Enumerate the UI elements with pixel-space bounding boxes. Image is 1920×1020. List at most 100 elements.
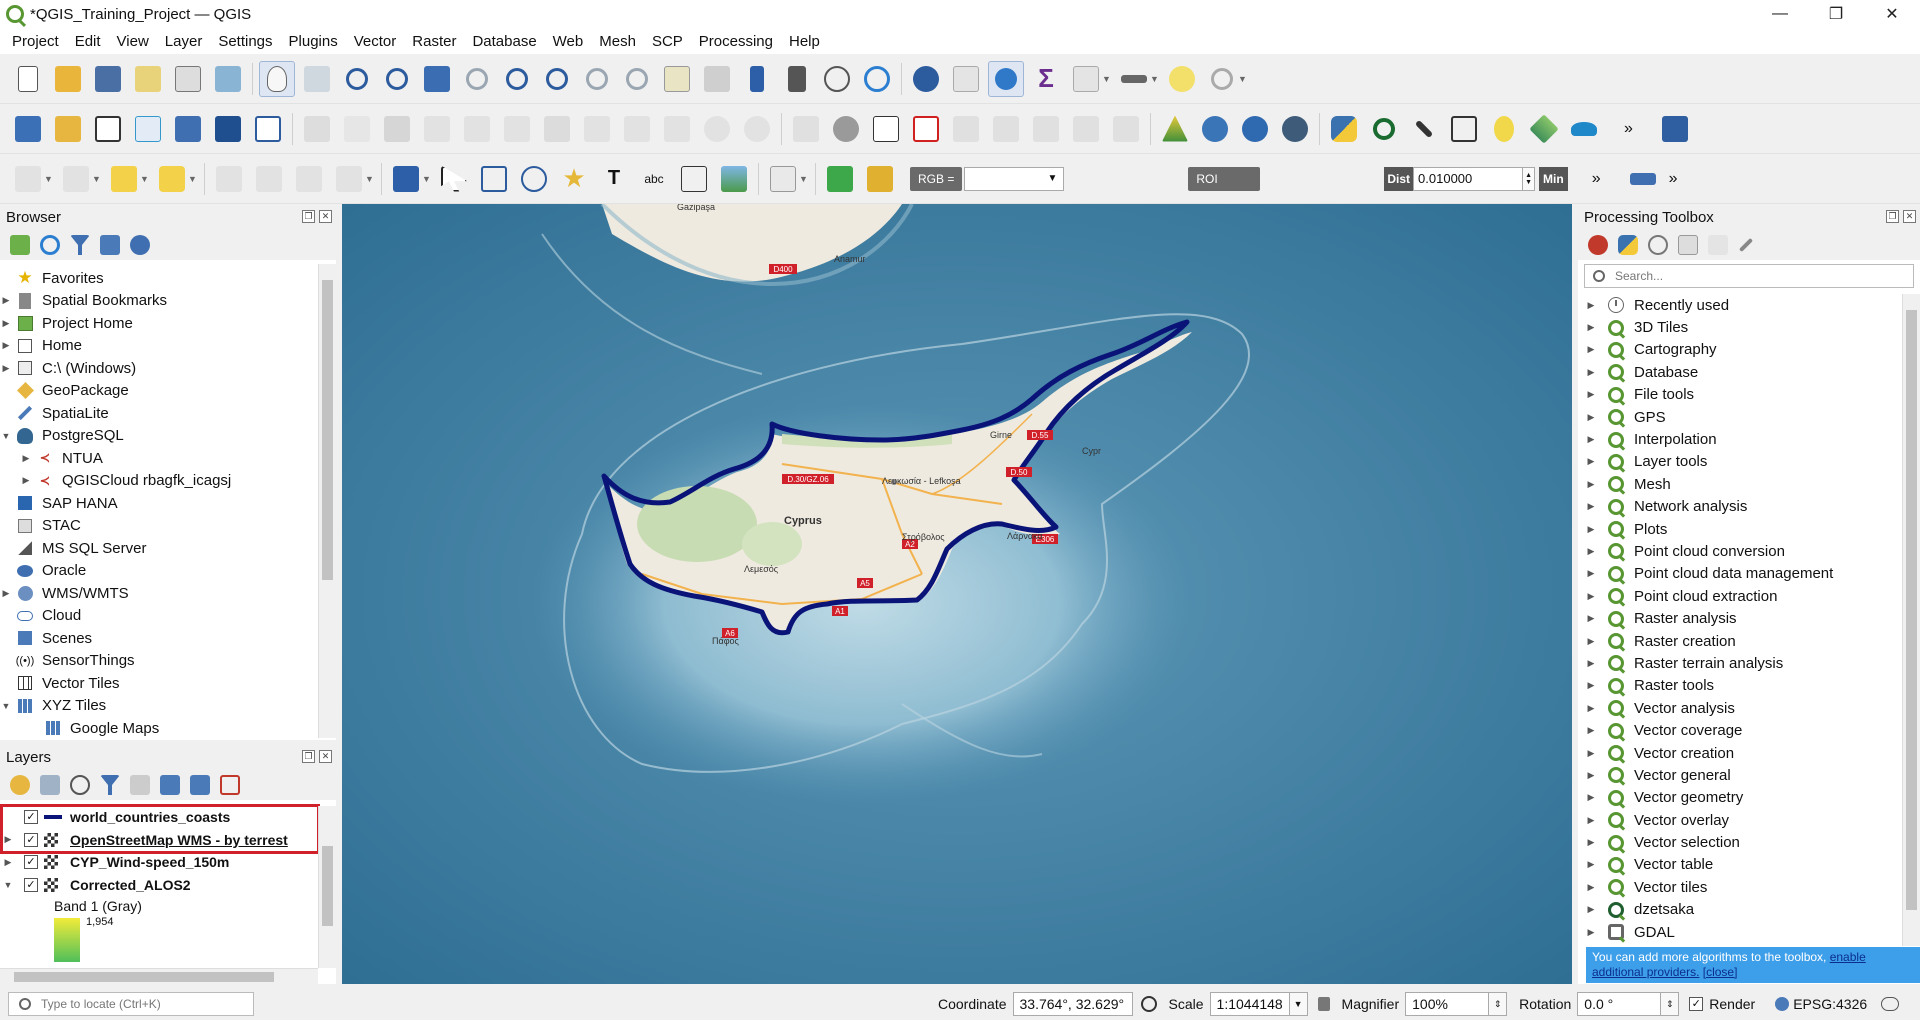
rgb-combobox[interactable]: ▼ (964, 166, 1065, 191)
scp-preprocess-icon[interactable] (1237, 111, 1273, 147)
close-panel-icon[interactable]: ✕ (319, 750, 332, 763)
browser-item-ntua[interactable]: ▶ ≺ NTUA (0, 447, 318, 470)
magnifier-field[interactable]: 100% (1405, 992, 1490, 1016)
info-icon[interactable] (130, 235, 150, 255)
browser-item-project-home[interactable]: ▶ Project Home (0, 312, 318, 335)
proc-item-plots[interactable]: ▶ Plots (1578, 518, 1902, 540)
dropdown-arrow-icon[interactable]: ▼ (422, 174, 432, 184)
menu-project[interactable]: Project (4, 33, 67, 50)
label-abc-icon[interactable] (388, 161, 424, 197)
delete-selected-icon[interactable] (539, 111, 575, 147)
menu-scp[interactable]: SCP (644, 33, 691, 50)
refresh-icon[interactable] (859, 61, 895, 97)
add-text-icon[interactable]: T (596, 161, 632, 197)
advanced-digitize-icon[interactable] (211, 161, 247, 197)
current-edits-icon[interactable] (339, 111, 375, 147)
add-picture-icon[interactable] (716, 161, 752, 197)
menu-view[interactable]: View (109, 33, 157, 50)
add-text-box-icon[interactable] (676, 161, 712, 197)
add-text-along-line-icon[interactable]: abc (636, 161, 672, 197)
browser-item-wms-wmts[interactable]: ▶ WMS/WMTS (0, 582, 318, 605)
scp-band-calc-icon[interactable] (1157, 111, 1193, 147)
simplify-icon[interactable] (291, 161, 327, 197)
new-3d-map-view-icon[interactable] (699, 61, 735, 97)
menu-database[interactable]: Database (464, 33, 544, 50)
scripts-icon[interactable] (1618, 235, 1638, 255)
toolbox-icon[interactable] (988, 60, 1024, 97)
help-icon[interactable] (1657, 111, 1693, 147)
label-toolbar-icon[interactable] (788, 111, 824, 147)
proc-item-raster-analysis[interactable]: ▶ Raster analysis (1578, 607, 1902, 629)
menu-web[interactable]: Web (545, 33, 592, 50)
browser-item-google-maps[interactable]: Google Maps (0, 717, 318, 738)
browser-item-vector-tiles[interactable]: Vector Tiles (0, 672, 318, 695)
add-vector-layer-icon[interactable] (90, 111, 126, 147)
scale-dropdown[interactable]: ▼ (1289, 992, 1308, 1016)
dropdown-arrow-icon[interactable]: ▼ (365, 174, 375, 184)
undo-icon[interactable] (699, 111, 735, 147)
proc-item-mesh[interactable]: ▶ Mesh (1578, 473, 1902, 495)
expand-all-icon[interactable] (160, 775, 180, 795)
processing-search-input[interactable]: Search... (1584, 264, 1914, 288)
redo-icon[interactable] (739, 111, 775, 147)
browser-item-favorites[interactable]: ★ Favorites (0, 267, 318, 290)
select-location-icon[interactable] (154, 161, 190, 197)
select-features-icon[interactable] (10, 161, 46, 197)
label-show-hide-icon[interactable] (988, 111, 1024, 147)
style-manager-icon[interactable] (210, 61, 246, 97)
digitize-icon[interactable] (130, 111, 166, 147)
browser-item-mssql[interactable]: MS SQL Server (0, 537, 318, 560)
magnifier-spinbox[interactable]: ⇕ (1489, 992, 1508, 1016)
add-group-icon[interactable] (40, 775, 60, 795)
refresh-icon[interactable] (40, 235, 60, 255)
new-print-layout-icon[interactable] (130, 61, 166, 97)
results-viewer-icon[interactable] (1678, 235, 1698, 255)
add-selected-layers-icon[interactable] (10, 235, 30, 255)
zoom-in-icon[interactable] (339, 61, 375, 97)
python-console-icon[interactable] (1326, 111, 1362, 147)
digitize-line-icon[interactable] (419, 111, 455, 147)
plugin-tools-icon[interactable] (1406, 111, 1442, 147)
collapse-all-icon[interactable] (190, 775, 210, 795)
browser-item-sap-hana[interactable]: SAP HANA (0, 492, 318, 515)
open-attribute-table-icon[interactable] (948, 61, 984, 97)
proc-item-vector-general[interactable]: ▶ Vector general (1578, 764, 1902, 786)
identify-features-icon[interactable] (908, 61, 944, 97)
close-button[interactable]: ✕ (1864, 0, 1920, 28)
browser-item-sensorthings[interactable]: ((•)) SensorThings (0, 650, 318, 673)
zoom-out-icon[interactable] (379, 61, 415, 97)
proc-item-file-tools[interactable]: ▶ File tools (1578, 384, 1902, 406)
proc-item-recently-used[interactable]: ▶ Recently used (1578, 294, 1902, 316)
proc-item-network-analysis[interactable]: ▶ Network analysis (1578, 496, 1902, 518)
dock-icon[interactable] (1625, 161, 1661, 197)
proc-item-dzetsaka[interactable]: ▶ dzetsaka (1578, 899, 1902, 921)
pan-to-selection-icon[interactable] (299, 61, 335, 97)
render-checkbox[interactable]: ✓ (1689, 997, 1704, 1011)
select-by-value-icon[interactable] (58, 161, 94, 197)
scale-field[interactable]: 1:1044148 (1209, 992, 1290, 1016)
select-arrow-icon[interactable] (436, 161, 472, 197)
toggle-editing-icon[interactable] (299, 111, 335, 147)
dropdown-arrow-icon[interactable]: ▼ (1102, 74, 1112, 84)
filter-icon[interactable] (70, 235, 90, 255)
lock-scale-icon[interactable] (1317, 997, 1330, 1011)
attribute-table-icon[interactable] (1068, 61, 1104, 97)
processing-scrollbar[interactable] (1902, 294, 1920, 946)
save-project-icon[interactable] (90, 61, 126, 97)
browser-item-xyz-tiles[interactable]: ▼ XYZ Tiles (0, 695, 318, 718)
proc-item-vector-creation[interactable]: ▶ Vector creation (1578, 742, 1902, 764)
add-star-icon[interactable]: ★ (556, 161, 592, 197)
scp-download-icon[interactable] (1197, 111, 1233, 147)
browser-item-geopackage[interactable]: GeoPackage (0, 380, 318, 403)
proc-item-raster-tools[interactable]: ▶ Raster tools (1578, 675, 1902, 697)
open-project-icon[interactable] (50, 61, 86, 97)
dropdown-arrow-icon[interactable]: ▼ (799, 174, 809, 184)
edit-features-in-place-icon[interactable] (1708, 235, 1728, 255)
plugin-layers-icon[interactable] (1526, 111, 1562, 147)
remove-layer-icon[interactable] (220, 775, 240, 795)
filter-legend-icon[interactable] (100, 775, 120, 795)
label-highlight-icon[interactable] (908, 111, 944, 147)
rotate-feature-icon[interactable] (251, 161, 287, 197)
add-raster-layer-icon[interactable] (170, 111, 206, 147)
proc-item-layer-tools[interactable]: ▶ Layer tools (1578, 451, 1902, 473)
